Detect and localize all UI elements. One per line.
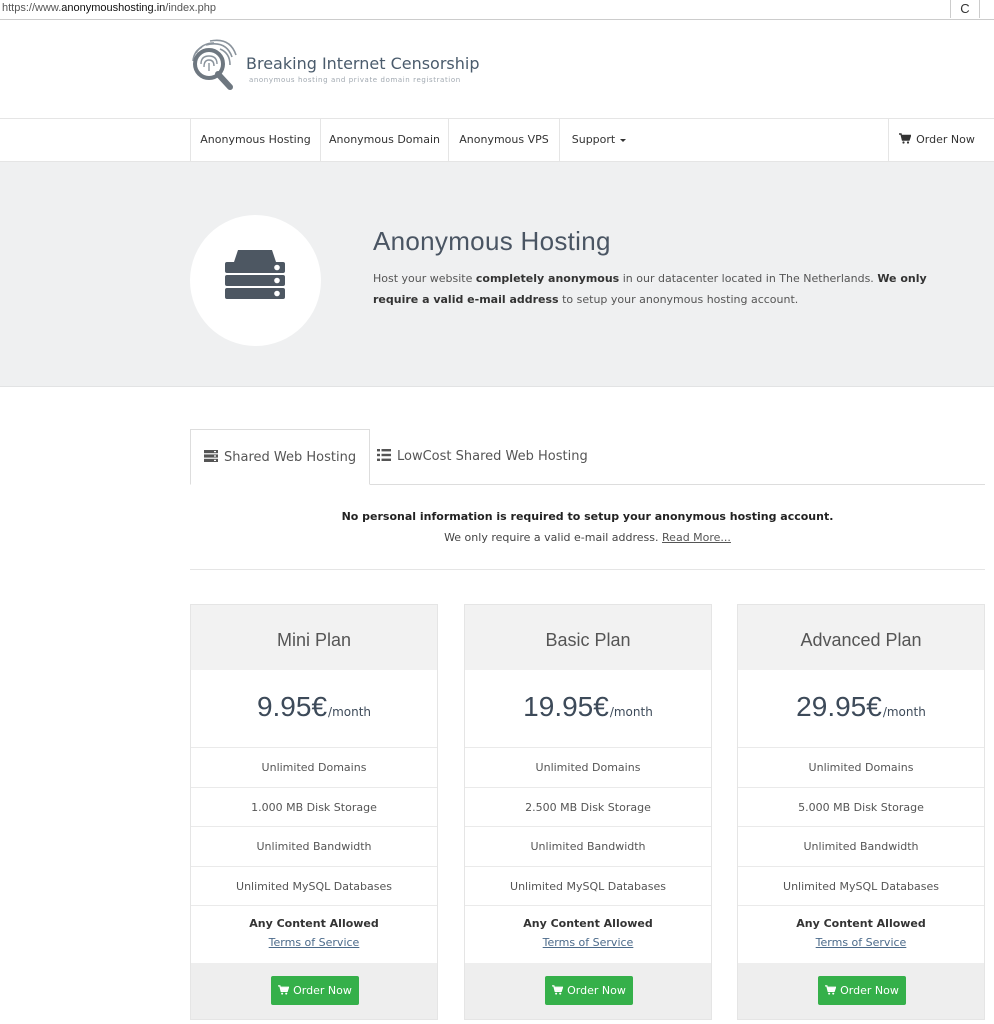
order-now-button[interactable]: Order Now — [545, 976, 633, 1005]
terms-of-service-link[interactable]: Terms of Service — [543, 936, 634, 949]
order-now-button[interactable]: Order Now — [818, 976, 906, 1005]
plan-footer: Order Now — [465, 963, 711, 1019]
nav-order-now[interactable]: Order Now — [889, 119, 985, 161]
plan-feature: 5.000 MB Disk Storage — [738, 788, 984, 827]
plan-content-policy: Any Content Allowed Terms of Service — [738, 906, 984, 966]
plan-feature: Unlimited MySQL Databases — [738, 867, 984, 906]
chevron-down-icon — [620, 138, 627, 142]
brand-title: Breaking Internet Censorship — [246, 54, 480, 73]
terms-of-service-link[interactable]: Terms of Service — [816, 936, 907, 949]
content-allowed-label: Any Content Allowed — [249, 917, 379, 930]
hero-section: Anonymous Hosting Host your website comp… — [0, 162, 994, 387]
fingerprint-magnifier-icon — [190, 37, 240, 91]
nav-anonymous-domain[interactable]: Anonymous Domain — [321, 119, 448, 161]
server-icon — [204, 450, 218, 462]
plan-card-mini: Mini Plan 9.95€/month Unlimited Domains … — [190, 604, 438, 1020]
nav-support-dropdown[interactable]: Support — [560, 119, 638, 161]
plan-feature: Unlimited Domains — [738, 748, 984, 788]
tab-shared-web-hosting[interactable]: Shared Web Hosting — [190, 429, 371, 485]
nav-anonymous-hosting[interactable]: Anonymous Hosting — [191, 119, 320, 161]
plan-price: 9.95€/month — [191, 670, 437, 748]
content-allowed-label: Any Content Allowed — [523, 917, 653, 930]
nav-order-now-label: Order Now — [916, 133, 975, 146]
cart-icon — [278, 985, 290, 995]
plan-feature: Unlimited Bandwidth — [738, 827, 984, 867]
plan-name: Mini Plan — [191, 605, 437, 670]
server-stack-icon — [225, 250, 285, 299]
read-more-link[interactable]: Read More... — [662, 531, 731, 544]
hero-icon-circle — [190, 215, 321, 346]
plan-feature: 1.000 MB Disk Storage — [191, 788, 437, 827]
tab-lowcost-shared-web-hosting[interactable]: LowCost Shared Web Hosting — [364, 429, 601, 485]
cart-icon — [552, 985, 564, 995]
plan-footer: Order Now — [738, 963, 984, 1019]
plan-footer: Order Now — [191, 963, 437, 1019]
plan-feature: Unlimited MySQL Databases — [465, 867, 711, 906]
privacy-info-headline: No personal information is required to s… — [341, 510, 834, 523]
tab-lowcost-label: LowCost Shared Web Hosting — [397, 449, 588, 464]
brand-subtitle: anonymous hosting and private domain reg… — [249, 76, 461, 84]
nav-anonymous-vps[interactable]: Anonymous VPS — [449, 119, 559, 161]
plan-card-advanced: Advanced Plan 29.95€/month Unlimited Dom… — [737, 604, 985, 1020]
plan-feature: Unlimited Domains — [465, 748, 711, 788]
nav-support-label: Support — [571, 133, 616, 146]
plan-price: 29.95€/month — [738, 670, 984, 748]
cart-icon — [825, 985, 837, 995]
order-now-label: Order Now — [567, 984, 626, 997]
list-icon — [377, 449, 391, 461]
reload-button[interactable]: C — [950, 0, 980, 18]
plan-card-basic: Basic Plan 19.95€/month Unlimited Domain… — [464, 604, 712, 1020]
hosting-tabs: Shared Web Hosting LowCost Shared Web Ho… — [190, 429, 985, 485]
plan-feature: Unlimited Domains — [191, 748, 437, 788]
cart-icon — [899, 133, 912, 144]
terms-of-service-link[interactable]: Terms of Service — [269, 936, 360, 949]
plan-content-policy: Any Content Allowed Terms of Service — [465, 906, 711, 966]
plan-feature: Unlimited Bandwidth — [191, 827, 437, 867]
plan-name: Basic Plan — [465, 605, 711, 670]
hero-description: Host your website completely anonymous i… — [373, 272, 927, 306]
privacy-info-text: We only require a valid e-mail address. … — [444, 531, 731, 544]
order-now-label: Order Now — [293, 984, 352, 997]
order-now-label: Order Now — [840, 984, 899, 997]
section-divider — [190, 569, 985, 570]
plan-price: 19.95€/month — [465, 670, 711, 748]
plan-feature: Unlimited Bandwidth — [465, 827, 711, 867]
tab-shared-label: Shared Web Hosting — [224, 450, 357, 465]
plan-feature: 2.500 MB Disk Storage — [465, 788, 711, 827]
plan-name: Advanced Plan — [738, 605, 984, 670]
order-now-button[interactable]: Order Now — [271, 976, 359, 1005]
privacy-info: No personal information is required to s… — [190, 510, 985, 544]
content-allowed-label: Any Content Allowed — [796, 917, 926, 930]
url-text[interactable]: https://www.anonymoushosting.in/index.ph… — [2, 2, 216, 14]
reload-icon: C — [960, 1, 970, 16]
page-title: Anonymous Hosting — [373, 226, 611, 256]
plan-feature: Unlimited MySQL Databases — [191, 867, 437, 906]
browser-address-bar[interactable]: https://www.anonymoushosting.in/index.ph… — [0, 0, 994, 20]
plan-content-policy: Any Content Allowed Terms of Service — [191, 906, 437, 966]
main-navbar: Anonymous Hosting Anonymous Domain Anony… — [0, 118, 994, 162]
